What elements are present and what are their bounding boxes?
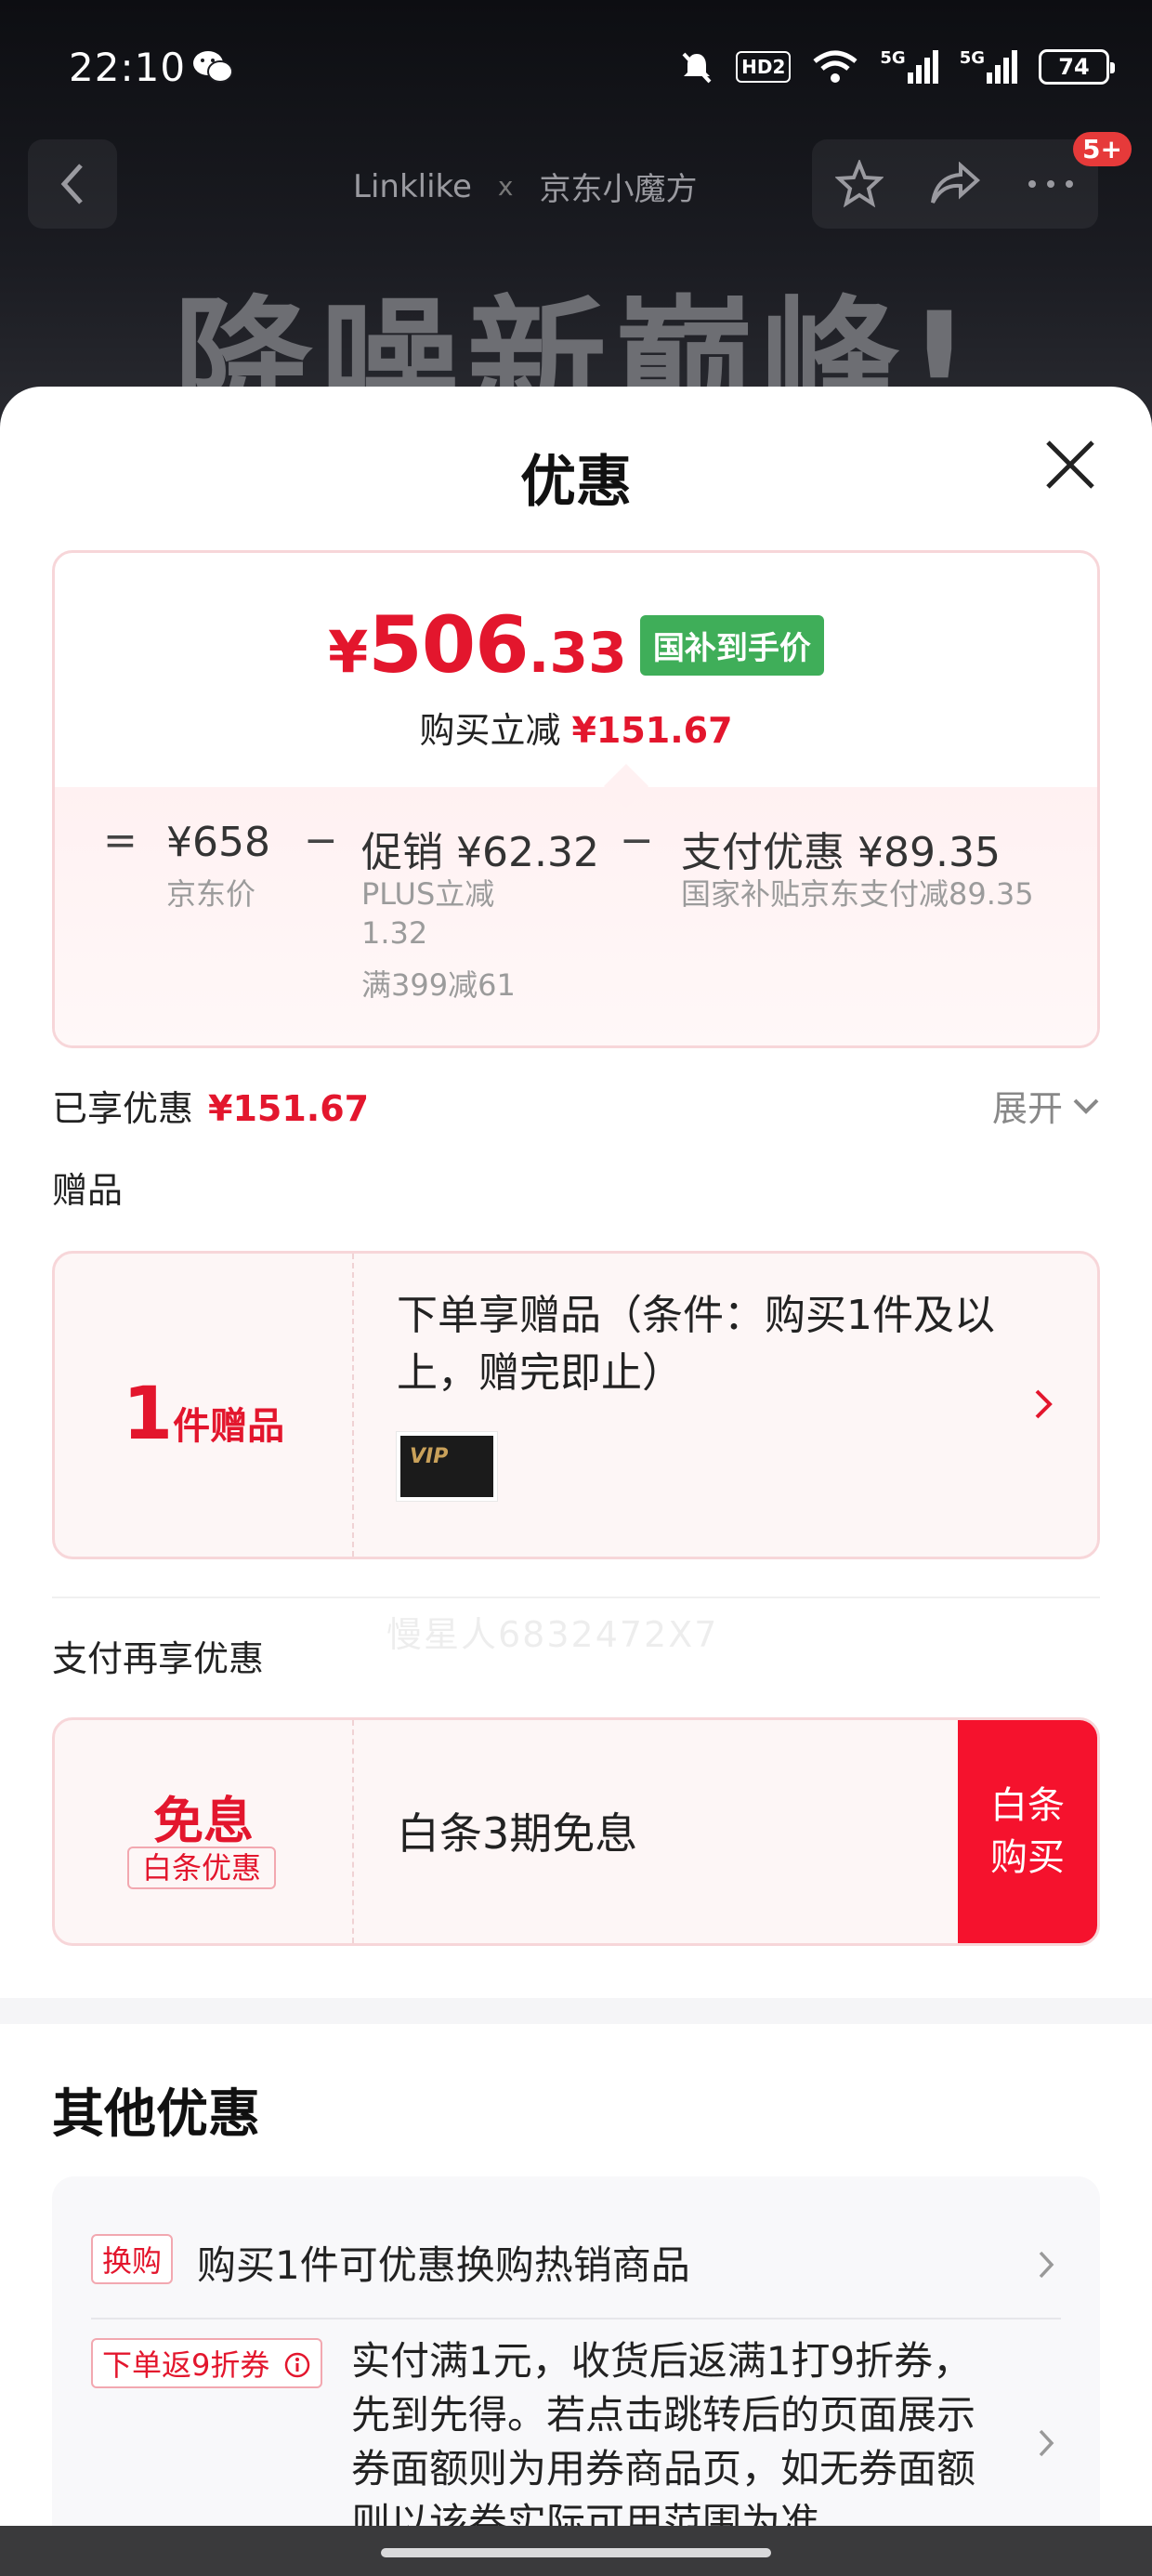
share-icon[interactable] bbox=[929, 162, 981, 206]
chevron-right-icon bbox=[1039, 2429, 1054, 2457]
discount-sheet: 优惠 ¥ 506 .33 国补到手价 购买立减 ¥151.67 = ¥658 京… bbox=[0, 387, 1152, 2576]
gift-condition: 下单享赠品（条件：购买1件及以上，赠完即止） bbox=[397, 1292, 995, 1397]
battery-icon: 74 bbox=[1039, 49, 1115, 85]
pay-discount: 支付优惠 ¥89.35 bbox=[681, 829, 1001, 876]
wechat-icon bbox=[193, 51, 233, 83]
offer-row-exchange[interactable]: 换购 购买1件可优惠换购热销商品 bbox=[91, 2234, 1061, 2299]
gift-card[interactable]: 1件赠品 下单享赠品（条件：购买1件及以上，赠完即止） VIP bbox=[52, 1251, 1100, 1559]
signal-icon-2: 5G bbox=[960, 48, 1018, 85]
minus-sign-1: − bbox=[304, 817, 338, 864]
price-decimal: .33 bbox=[528, 621, 627, 686]
chevron-down-icon bbox=[1073, 1098, 1099, 1114]
equals-sign: = bbox=[103, 817, 137, 864]
watermark: 慢星人6832472X7 bbox=[386, 1614, 719, 1655]
pay-offer-card[interactable]: 免息 白条优惠 白条3期免息 白条 购买 bbox=[52, 1717, 1100, 1946]
jd-price: ¥658 bbox=[166, 819, 270, 866]
gift-thumb-label: VIP bbox=[410, 1445, 449, 1468]
jd-price-label: 京东价 bbox=[166, 876, 256, 912]
sheet-title: 优惠 bbox=[520, 450, 632, 515]
gift-thumbnail: VIP bbox=[397, 1432, 497, 1501]
gift-count-number: 1 bbox=[122, 1373, 174, 1456]
promo-threshold: 满399减61 bbox=[361, 967, 516, 1003]
baitiao-buy-line1: 白条 bbox=[990, 1784, 1065, 1827]
brand-separator: x bbox=[497, 171, 514, 202]
expand-toggle[interactable]: 展开 bbox=[992, 1080, 1100, 1131]
offer-tag-coupon: 下单返9折券 bbox=[91, 2338, 322, 2388]
brand-linklike: Linklike bbox=[353, 167, 472, 205]
promo-plus-label: PLUS立减 bbox=[361, 876, 495, 912]
offer-tag-exchange: 换购 bbox=[91, 2234, 174, 2284]
baitiao-buy-button[interactable]: 白条 购买 bbox=[958, 1720, 1097, 1943]
message-badge: 5+ bbox=[1073, 132, 1132, 166]
promo-amount: 促销 ¥62.32 bbox=[361, 829, 599, 876]
offer-text-coupon: 实付满1元，收货后返满1打9折券，先到先得。若点击跳转后的页面展示券面额则为用券… bbox=[351, 2338, 976, 2545]
reduce-amount: ¥151.67 bbox=[571, 710, 733, 751]
signal-icon-1: 5G bbox=[880, 48, 938, 85]
status-bar: 22:10 HD2 5G 5G 74 bbox=[0, 0, 1152, 139]
gift-count: 1件赠品 bbox=[55, 1373, 352, 1456]
price-box: ¥ 506 .33 国补到手价 购买立减 ¥151.67 = ¥658 京东价 −… bbox=[52, 550, 1100, 1048]
section-divider bbox=[52, 1597, 1100, 1598]
enjoyed-discount: 已享优惠 ¥151.67 bbox=[52, 1080, 369, 1131]
pay-offer-text: 白条3期免息 bbox=[397, 1808, 638, 1859]
baitiao-buy-line2: 购买 bbox=[990, 1836, 1065, 1879]
gift-count-unit: 件赠品 bbox=[173, 1405, 285, 1448]
more-icon[interactable] bbox=[1027, 178, 1075, 190]
promo-plus-value: 1.32 bbox=[361, 915, 428, 951]
back-button[interactable] bbox=[28, 139, 117, 229]
chevron-right-icon bbox=[1035, 1389, 1053, 1419]
brand-jd-mofang: 京东小魔方 bbox=[539, 171, 698, 208]
other-offers-card: 换购 购买1件可优惠换购热销商品 下单返9折券 实付满1元，收货后返满1打9折券… bbox=[52, 2176, 1100, 2576]
offer-text-exchange: 购买1件可优惠换购热销商品 bbox=[197, 2242, 690, 2288]
gift-section-label: 赠品 bbox=[52, 1170, 124, 1211]
section-gap bbox=[0, 1998, 1152, 2024]
pay-discount-detail: 国家补贴京东支付减89.35 bbox=[681, 876, 1034, 912]
enjoyed-amount: ¥151.67 bbox=[208, 1088, 370, 1129]
pay-section-label: 支付再享优惠 bbox=[52, 1638, 265, 1679]
gov-subsidy-tag: 国补到手价 bbox=[639, 614, 824, 676]
price-summary: ¥ 506 .33 国补到手价 购买立减 ¥151.67 bbox=[55, 553, 1097, 787]
reduce-line: 购买立减 ¥151.67 bbox=[55, 702, 1097, 753]
battery-level: 74 bbox=[1058, 54, 1090, 80]
wifi-icon bbox=[813, 50, 857, 83]
top-nav: Linklike x 京东小魔方 bbox=[0, 138, 1152, 230]
chevron-left-icon bbox=[60, 164, 83, 204]
info-icon bbox=[284, 2352, 309, 2378]
home-indicator[interactable] bbox=[381, 2548, 771, 2557]
price-breakdown: = ¥658 京东价 − 促销 ¥62.32 PLUS立减 1.32 满399减… bbox=[55, 763, 1097, 1045]
chevron-right-icon bbox=[1039, 2251, 1054, 2279]
nav-actions bbox=[812, 139, 1098, 229]
expand-label: 展开 bbox=[991, 1088, 1063, 1129]
star-icon[interactable] bbox=[834, 160, 884, 208]
final-price-row: ¥ 506 .33 国补到手价 bbox=[55, 599, 1097, 690]
status-time: 22:10 bbox=[69, 45, 187, 90]
offer-separator bbox=[91, 2318, 1061, 2320]
price-integer: 506 bbox=[368, 599, 529, 690]
offer-tag-coupon-label: 下单返9折券 bbox=[102, 2347, 270, 2383]
brand-row: Linklike x 京东小魔方 bbox=[353, 164, 698, 209]
currency-symbol: ¥ bbox=[328, 618, 369, 686]
hd-icon: HD2 bbox=[736, 51, 792, 83]
final-price: ¥ 506 .33 bbox=[328, 599, 627, 690]
close-icon[interactable] bbox=[1041, 435, 1100, 494]
reduce-label: 购买立减 bbox=[419, 710, 561, 751]
other-offers-title: 其他优惠 bbox=[52, 2084, 260, 2145]
interest-free-label: 免息 bbox=[153, 1792, 254, 1850]
baitiao-tag: 白条优惠 bbox=[127, 1847, 276, 1889]
status-icons: HD2 5G 5G 74 bbox=[678, 45, 1115, 89]
mute-icon bbox=[682, 52, 712, 84]
enjoyed-label: 已享优惠 bbox=[52, 1088, 194, 1129]
minus-sign-2: − bbox=[620, 817, 654, 864]
